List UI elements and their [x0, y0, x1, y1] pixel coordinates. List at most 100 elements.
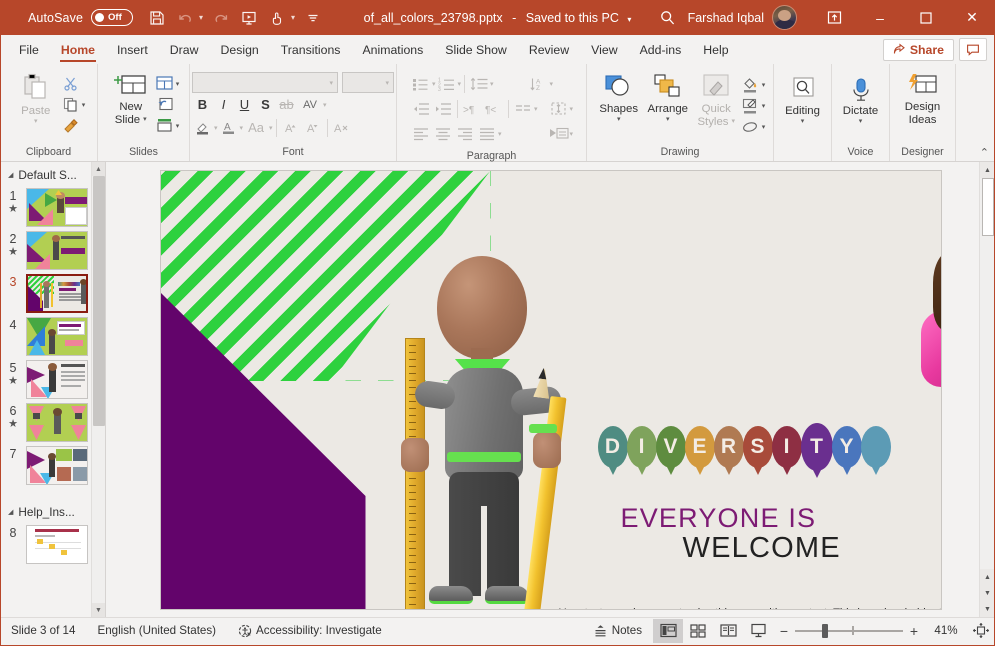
zoom-out-button[interactable]: − — [773, 619, 795, 643]
autosave-toggle[interactable]: Off — [91, 9, 133, 26]
align-text-caret[interactable]: ▾ — [570, 105, 574, 113]
increase-indent-button[interactable] — [432, 98, 454, 119]
fit-slide-to-window-button[interactable] — [967, 619, 995, 643]
align-right-button[interactable] — [454, 123, 476, 144]
editing-button[interactable]: Editing ▾ — [778, 75, 828, 128]
change-case-button[interactable]: Aa — [243, 120, 269, 135]
accessibility-status[interactable]: Accessibility: Investigate — [227, 624, 393, 638]
justify-button[interactable] — [476, 123, 498, 144]
tab-insert[interactable]: Insert — [106, 35, 159, 64]
tab-review[interactable]: Review — [518, 35, 580, 64]
section-header-default[interactable]: ◢ Default S... — [0, 162, 105, 186]
quick-styles-caret[interactable]: ▾ — [731, 118, 735, 126]
ltr-text-direction-button[interactable]: >¶ — [461, 98, 483, 119]
align-text-button[interactable] — [548, 98, 570, 119]
numbering-caret[interactable]: ▾ — [458, 80, 462, 88]
paste-button[interactable]: Paste ▾ — [12, 71, 60, 128]
editing-caret[interactable]: ▾ — [801, 118, 805, 126]
canvas-vertical-scrollbar[interactable]: ▲ ▲ ▼ ▼ — [979, 162, 995, 617]
change-case-caret[interactable]: ▾ — [269, 124, 273, 132]
section-caret[interactable]: ▾ — [176, 122, 180, 130]
strikethrough-button[interactable]: ab — [276, 97, 297, 112]
tab-animations[interactable]: Animations — [351, 35, 434, 64]
arrange-caret[interactable]: ▾ — [666, 116, 670, 124]
thumbnail-row-5[interactable]: 5 ★ — [0, 358, 105, 401]
normal-view-button[interactable] — [653, 619, 683, 643]
columns-button[interactable] — [512, 98, 534, 119]
customize-quick-access-icon[interactable] — [299, 3, 327, 33]
minimize-button[interactable]: – — [857, 0, 903, 35]
shape-fill-button[interactable] — [740, 74, 762, 95]
save-location[interactable]: Saved to this PC — [526, 11, 619, 25]
next-slide-button[interactable]: ▼ — [980, 585, 995, 601]
zoom-slider-handle[interactable] — [822, 624, 828, 638]
thumbnail-row-6[interactable]: 6 ★ — [0, 401, 105, 444]
collapse-ribbon-button[interactable]: ⌃ — [980, 146, 989, 159]
thumbnail-pane-scrollbar[interactable]: ▲ ▼ — [91, 162, 105, 617]
tab-view[interactable]: View — [580, 35, 628, 64]
character-spacing-caret[interactable]: ▾ — [323, 101, 327, 109]
font-size-input[interactable]: ▾ — [342, 72, 394, 93]
slide-canvas[interactable]: D I V E R S I T Y EVERYONE IS WELCOME Yo… — [160, 170, 942, 610]
start-presentation-icon[interactable] — [235, 3, 263, 33]
tab-add-ins[interactable]: Add-ins — [629, 35, 693, 64]
girl-character-image[interactable] — [919, 201, 942, 581]
line-spacing-button[interactable] — [468, 73, 490, 94]
text-highlight-button[interactable] — [192, 117, 214, 138]
thumbnail-row-2[interactable]: 2 ★ — [0, 229, 105, 272]
tab-help[interactable]: Help — [692, 35, 739, 64]
save-icon[interactable] — [143, 3, 171, 33]
close-button[interactable]: ✕ — [949, 0, 995, 35]
bold-button[interactable]: B — [192, 97, 213, 112]
language-indicator[interactable]: English (United States) — [86, 624, 227, 637]
clear-formatting-button[interactable]: A — [331, 117, 353, 138]
canvas-scroll-down-icon[interactable]: ▼ — [980, 601, 995, 617]
smartart-caret[interactable]: ▾ — [570, 130, 574, 138]
scroll-up-icon[interactable]: ▲ — [92, 162, 105, 176]
columns-caret[interactable]: ▾ — [534, 105, 538, 113]
maximize-button[interactable] — [903, 0, 949, 35]
shape-fill-caret[interactable]: ▾ — [762, 81, 766, 89]
reset-button[interactable] — [154, 94, 176, 115]
tab-file[interactable]: File — [8, 35, 50, 64]
rtl-text-direction-button[interactable]: ¶< — [483, 98, 505, 119]
tab-slide-show[interactable]: Slide Show — [434, 35, 518, 64]
character-spacing-button[interactable]: AV — [297, 99, 323, 111]
zoom-level[interactable]: 41% — [925, 624, 967, 637]
section-header-help[interactable]: ◢ Help_Ins... — [0, 499, 105, 523]
undo-dropdown-caret[interactable]: ▾ — [195, 13, 207, 22]
convert-to-smartart-button[interactable] — [548, 123, 570, 144]
canvas-scrollbar-thumb[interactable] — [982, 178, 994, 236]
font-name-caret[interactable]: ▾ — [329, 79, 333, 87]
slide-sorter-view-button[interactable] — [683, 619, 713, 643]
section-collapse-icon[interactable]: ◢ — [8, 171, 13, 179]
decrease-indent-button[interactable] — [410, 98, 432, 119]
previous-slide-button[interactable]: ▲ — [980, 569, 995, 585]
boy-character-image[interactable] — [393, 256, 573, 610]
reading-view-button[interactable] — [713, 619, 743, 643]
justify-caret[interactable]: ▾ — [498, 130, 502, 138]
thumbnail-8[interactable] — [26, 525, 88, 564]
shapes-button[interactable]: Shapes ▾ — [595, 71, 643, 126]
body-paragraph-1[interactable]: Your text goes here, customize this area… — [551, 605, 942, 610]
share-button[interactable]: Share — [883, 39, 954, 61]
shape-outline-button[interactable] — [740, 95, 762, 116]
cut-button[interactable] — [60, 73, 82, 94]
bullets-button[interactable] — [410, 73, 432, 94]
sort-caret[interactable]: ▾ — [550, 80, 554, 88]
file-name[interactable]: of_all_colors_23798.pptx — [364, 11, 503, 25]
diversity-word-art[interactable]: D I V E R S I T Y — [598, 426, 890, 471]
design-ideas-button[interactable]: Design Ideas — [896, 71, 950, 128]
zoom-slider[interactable] — [795, 619, 903, 643]
thumbnail-row-4[interactable]: 4 — [0, 315, 105, 358]
line-spacing-caret[interactable]: ▾ — [490, 80, 494, 88]
scroll-down-icon[interactable]: ▼ — [92, 603, 105, 617]
numbering-button[interactable]: 123 — [436, 73, 458, 94]
font-name-input[interactable]: ▾ — [192, 72, 338, 93]
font-color-button[interactable]: A — [218, 117, 240, 138]
shape-effects-button[interactable] — [740, 116, 762, 137]
copy-caret[interactable]: ▾ — [82, 101, 86, 109]
thumbnail-row-3[interactable]: 3 — [0, 272, 105, 315]
ribbon-display-options-icon[interactable] — [811, 0, 857, 35]
section-collapse-icon[interactable]: ◢ — [8, 508, 13, 516]
